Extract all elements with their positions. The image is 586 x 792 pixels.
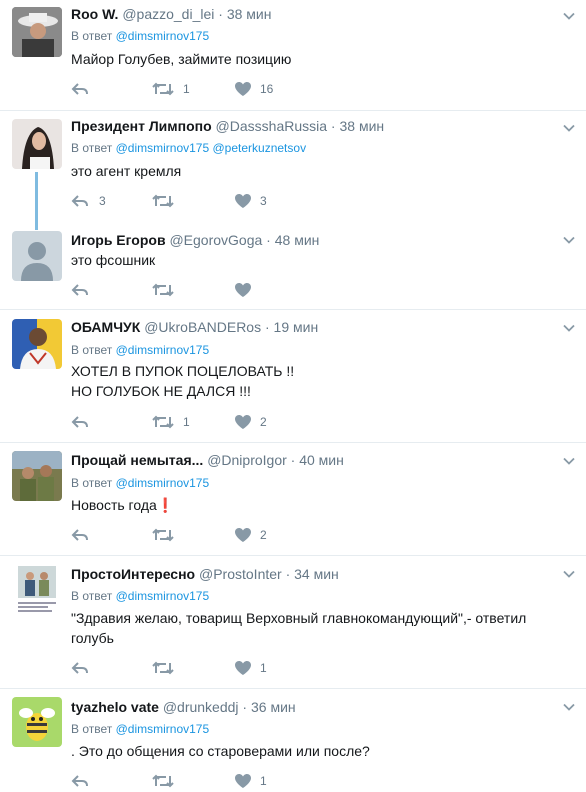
timestamp[interactable]: 19 мин <box>274 319 319 335</box>
reply-icon <box>71 83 88 95</box>
like-count: 2 <box>260 415 267 429</box>
timestamp[interactable]: 38 мин <box>227 6 272 22</box>
user-handle[interactable]: @pazzo_di_lei <box>122 6 214 22</box>
reply-icon <box>71 529 88 541</box>
tweet-6: ПростоИнтересно @ProstoInter · 34 мин В … <box>0 556 586 686</box>
chevron-down-icon[interactable] <box>562 454 576 468</box>
display-name[interactable]: tyazhelo vate <box>71 699 159 715</box>
reply-icon <box>71 195 88 207</box>
heart-icon <box>235 528 251 542</box>
retweet-icon <box>152 415 174 429</box>
heart-icon <box>235 415 251 429</box>
reply-icon <box>71 284 88 296</box>
reply-prefix: В ответ <box>71 343 113 357</box>
divider <box>0 110 586 111</box>
display-name[interactable]: Президент Лимпопо <box>71 118 212 134</box>
timestamp[interactable]: 36 мин <box>251 699 296 715</box>
like-count: 1 <box>260 774 267 788</box>
reply-mention[interactable]: @dimsmirnov175 <box>116 29 210 43</box>
tweet-7: tyazhelo vate @drunkeddj · 36 мин В отве… <box>0 689 586 792</box>
tweet-text: это фсошник <box>71 252 156 268</box>
tweet-5: Прощай немытая... @DniproIgor · 40 мин В… <box>0 443 586 555</box>
retweet-count: 1 <box>183 82 190 96</box>
user-handle[interactable]: @UkroBANDERos <box>144 319 261 335</box>
heart-icon <box>235 283 251 297</box>
reply-prefix: В ответ <box>71 29 113 43</box>
tweet-text: Майор Голубев, займите позицию <box>71 51 292 67</box>
tweet-1: Roo W. @pazzo_di_lei · 38 мин В ответ @d… <box>0 0 586 112</box>
retweet-icon <box>152 528 174 542</box>
heart-icon <box>235 774 251 788</box>
display-name[interactable]: ОБАМЧУК <box>71 319 140 335</box>
reply-count: 3 <box>99 194 106 208</box>
reply-icon <box>71 662 88 674</box>
avatar[interactable] <box>12 697 62 747</box>
user-handle[interactable]: @EgorovGoga <box>169 232 262 248</box>
heart-icon <box>235 82 251 96</box>
reply-mention[interactable]: @dimsmirnov175 <box>116 141 210 155</box>
reply-mention[interactable]: @dimsmirnov175 <box>116 589 210 603</box>
reply-prefix: В ответ <box>71 589 113 603</box>
like-count: 2 <box>260 528 267 542</box>
reply-prefix: В ответ <box>71 476 113 490</box>
tweet-2: Президент Лимпопо @DassshaRussia · 38 ми… <box>0 112 586 218</box>
chevron-down-icon[interactable] <box>562 233 576 247</box>
display-name[interactable]: Игорь Егоров <box>71 232 166 248</box>
avatar[interactable] <box>12 231 62 281</box>
timestamp[interactable]: 34 мин <box>294 566 339 582</box>
avatar[interactable] <box>12 119 62 169</box>
timestamp[interactable]: 40 мин <box>299 452 344 468</box>
retweet-icon <box>152 194 174 208</box>
tweet-text: . Это до общения со староверами или посл… <box>71 743 370 759</box>
chevron-down-icon[interactable] <box>562 121 576 135</box>
reply-mention[interactable]: @dimsmirnov175 <box>116 722 210 736</box>
user-handle[interactable]: @DassshaRussia <box>216 118 327 134</box>
display-name[interactable]: Roo W. <box>71 6 118 22</box>
retweet-icon <box>152 774 174 788</box>
chevron-down-icon[interactable] <box>562 567 576 581</box>
display-name[interactable]: ПростоИнтересно <box>71 566 195 582</box>
user-handle[interactable]: @ProstoInter <box>199 566 282 582</box>
chevron-down-icon[interactable] <box>562 321 576 335</box>
tweet-4: ОБАМЧУК @UkroBANDERos · 19 мин В ответ @… <box>0 310 586 440</box>
avatar[interactable] <box>12 451 62 501</box>
retweet-icon <box>152 283 174 297</box>
retweet-count: 1 <box>183 415 190 429</box>
retweet-icon <box>152 661 174 675</box>
chevron-down-icon[interactable] <box>562 700 576 714</box>
heart-icon <box>235 661 251 675</box>
like-count: 3 <box>260 194 267 208</box>
reply-mention[interactable]: @dimsmirnov175 <box>116 343 210 357</box>
reply-prefix: В ответ <box>71 141 113 155</box>
like-count: 1 <box>260 661 267 675</box>
retweet-icon <box>152 82 174 96</box>
avatar[interactable] <box>12 319 62 369</box>
tweet-text: это агент кремля <box>71 163 182 179</box>
chevron-down-icon[interactable] <box>562 9 576 23</box>
tweet-text: Новость года❗ <box>71 497 175 513</box>
display-name[interactable]: Прощай немытая... <box>71 452 203 468</box>
avatar[interactable] <box>12 564 62 614</box>
user-handle[interactable]: @drunkeddj <box>163 699 239 715</box>
heart-icon <box>235 194 251 208</box>
timestamp[interactable]: 48 мин <box>275 232 320 248</box>
reply-prefix: В ответ <box>71 722 113 736</box>
timestamp[interactable]: 38 мин <box>339 118 384 134</box>
reply-icon <box>71 775 88 787</box>
like-count: 16 <box>260 82 274 96</box>
reply-mention[interactable]: @peterkuznetsov <box>213 141 307 155</box>
avatar[interactable] <box>12 7 62 57</box>
tweet-3: Игорь Егоров @EgorovGoga · 48 мин это фс… <box>0 224 586 308</box>
reply-mention[interactable]: @dimsmirnov175 <box>116 476 210 490</box>
reply-icon <box>71 416 88 428</box>
tweet-text: "Здравия желаю, товарищ Верховный главно… <box>71 610 527 646</box>
user-handle[interactable]: @DniproIgor <box>207 452 287 468</box>
tweet-text: ХОТЕЛ В ПУПОК ПОЦЕЛОВАТЬ !! НО ГОЛУБОК Н… <box>71 363 295 399</box>
